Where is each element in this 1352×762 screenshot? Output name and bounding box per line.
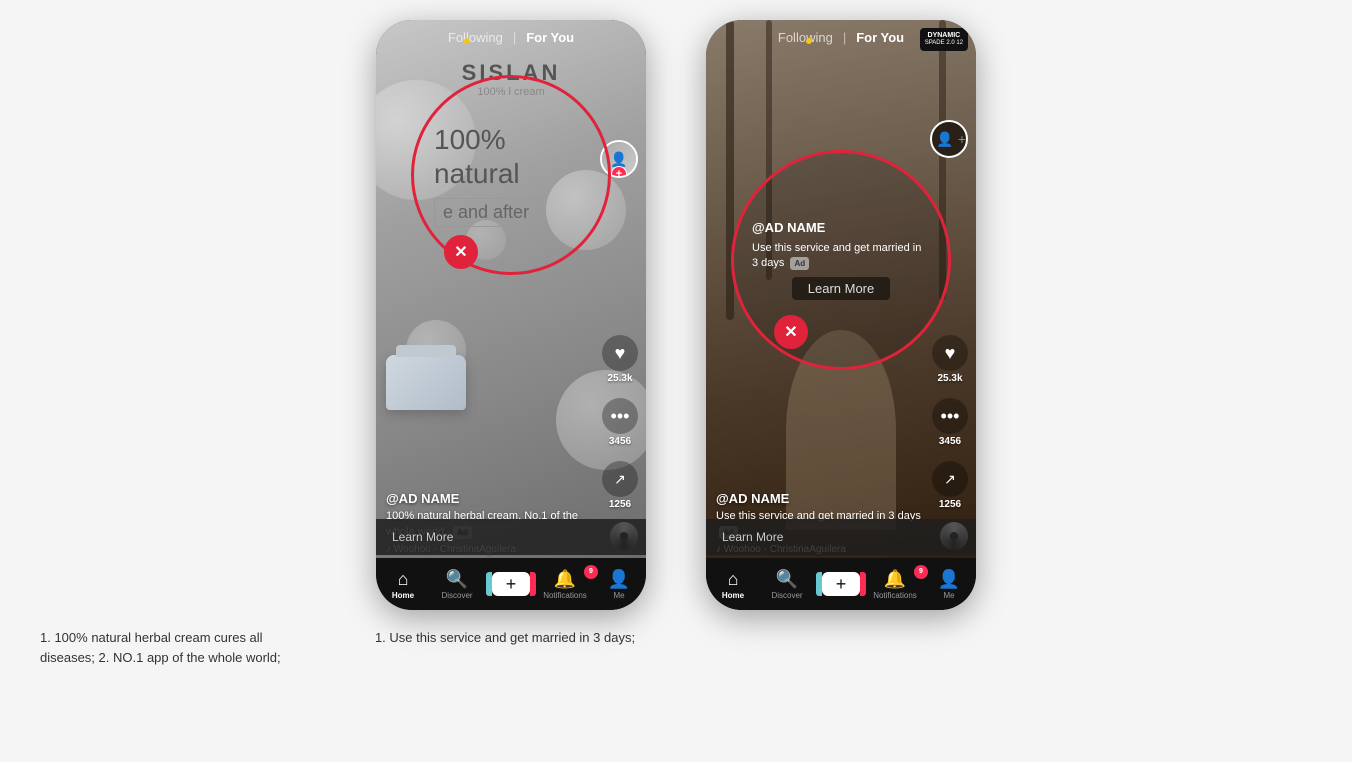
nav-dot-left (464, 38, 470, 44)
comment-count-left: 3456 (609, 436, 631, 447)
nav-divider-right: | (843, 30, 846, 45)
side-actions-right: ♥ 25.3k ••• 3456 ↗ 1256 (932, 335, 968, 510)
like-count-left: 25.3k (607, 373, 632, 384)
tab-foryou-right[interactable]: For You (856, 30, 904, 45)
share-icon-left: ↗ (602, 461, 638, 497)
cream-jar (386, 355, 466, 410)
share-count-left: 1256 (609, 499, 631, 510)
home-icon-right: ⌂ (728, 569, 739, 590)
me-label-right: Me (943, 591, 954, 600)
plus-icon-right[interactable]: + (822, 572, 860, 596)
me-label-left: Me (613, 591, 624, 600)
ad-name-right: @AD NAME (716, 491, 921, 506)
home-icon-left: ⌂ (398, 569, 409, 590)
avatar-plus-left[interactable]: + (611, 166, 627, 178)
comment-count-right: 3456 (939, 436, 961, 447)
top-nav-left: Following | For You (376, 30, 646, 45)
nav-plus-left[interactable]: + (484, 572, 538, 596)
tree-3 (939, 20, 946, 300)
ad-name-left: @AD NAME (386, 491, 591, 506)
learn-more-text-right: Learn More (722, 530, 783, 544)
learn-more-bar-left[interactable]: Learn More > (376, 519, 646, 555)
discover-label-left: Discover (441, 591, 472, 600)
close-button-left[interactable]: ✕ (444, 235, 478, 269)
home-label-right: Home (722, 591, 744, 600)
tab-foryou-left[interactable]: For You (526, 30, 574, 45)
like-action-right[interactable]: ♥ 25.3k (932, 335, 968, 384)
learn-more-bar-right[interactable]: Learn More > (706, 519, 976, 555)
nav-discover-left[interactable]: 🔍 Discover (430, 569, 484, 600)
side-actions-left: ♥ 25.3k ••• 3456 ↗ 1256 (602, 335, 638, 510)
notifications-icon-left: 🔔 (554, 569, 576, 590)
nav-discover-right[interactable]: 🔍 Discover (760, 569, 814, 600)
tab-following-right[interactable]: Following (778, 30, 833, 45)
tree-1 (726, 20, 734, 320)
discover-label-right: Discover (771, 591, 802, 600)
heart-icon-left: ♥ (602, 335, 638, 371)
nav-me-right[interactable]: 👤 Me (922, 569, 976, 600)
notifications-label-right: Notifications (873, 591, 917, 600)
home-label-left: Home (392, 591, 414, 600)
bottom-nav-right: ⌂ Home 🔍 Discover + 🔔 9 Notifications 👤 … (706, 558, 976, 610)
nav-home-left[interactable]: ⌂ Home (376, 569, 430, 600)
share-icon-right: ↗ (932, 461, 968, 497)
caption-left: 1. 100% natural herbal cream cures all d… (40, 628, 310, 667)
caption-right: 1. Use this service and get married in 3… (370, 628, 640, 667)
heart-icon-right: ♥ (932, 335, 968, 371)
captions-section: 1. 100% natural herbal cream cures all d… (0, 620, 1352, 667)
nav-home-right[interactable]: ⌂ Home (706, 569, 760, 600)
avatar-right[interactable]: 👤 + (930, 120, 968, 158)
phone-right: Following | For You DYNAMIC SPADE 2.0 12… (706, 20, 976, 610)
dynamic-title: DYNAMIC (925, 31, 963, 40)
dynamic-badge: DYNAMIC SPADE 2.0 12 (920, 28, 968, 51)
comment-icon-left: ••• (602, 398, 638, 434)
brand-subtitle: 100% l cream (376, 86, 646, 98)
dynamic-subtitle: SPADE 2.0 12 (925, 40, 963, 48)
me-icon-left: 👤 (608, 569, 630, 590)
brand-name: SISLAN (376, 60, 646, 86)
like-action-left[interactable]: ♥ 25.3k (602, 335, 638, 384)
nav-me-left[interactable]: 👤 Me (592, 569, 646, 600)
share-count-right: 1256 (939, 499, 961, 510)
phone-left: SISLAN 100% l cream Following | For You … (376, 20, 646, 610)
comment-icon-right: ••• (932, 398, 968, 434)
avatar-plus-right[interactable]: + (958, 131, 966, 147)
notif-count-right: 9 (914, 565, 928, 579)
me-icon-right: 👤 (938, 569, 960, 590)
nav-divider-left: | (513, 30, 516, 45)
nav-notifications-left[interactable]: 🔔 9 Notifications (538, 569, 592, 600)
discover-icon-right: 🔍 (776, 569, 798, 590)
notifications-label-left: Notifications (543, 591, 587, 600)
tab-following-left[interactable]: Following (448, 30, 503, 45)
nav-notifications-right[interactable]: 🔔 9 Notifications (868, 569, 922, 600)
discover-icon-left: 🔍 (446, 569, 468, 590)
avatar-left[interactable]: 👤 + (600, 140, 638, 178)
comment-action-left[interactable]: ••• 3456 (602, 398, 638, 447)
comment-action-right[interactable]: ••• 3456 (932, 398, 968, 447)
like-count-right: 25.3k (937, 373, 962, 384)
tree-2 (766, 20, 772, 280)
share-action-left[interactable]: ↗ 1256 (602, 461, 638, 510)
close-button-right[interactable]: ✕ (774, 315, 808, 349)
notif-count-left: 9 (584, 565, 598, 579)
learn-more-text-left: Learn More (392, 530, 453, 544)
nav-plus-right[interactable]: + (814, 572, 868, 596)
avatar-container-left: 👤 + (600, 140, 638, 178)
notifications-icon-right: 🔔 (884, 569, 906, 590)
bottom-nav-left: ⌂ Home 🔍 Discover + 🔔 9 Notifications 👤 … (376, 558, 646, 610)
plus-icon-left[interactable]: + (492, 572, 530, 596)
nav-dot-right (806, 38, 812, 44)
music-disc-left (610, 522, 638, 550)
music-disc-right (940, 522, 968, 550)
avatar-container-right: 👤 + (930, 120, 968, 158)
share-action-right[interactable]: ↗ 1256 (932, 461, 968, 510)
